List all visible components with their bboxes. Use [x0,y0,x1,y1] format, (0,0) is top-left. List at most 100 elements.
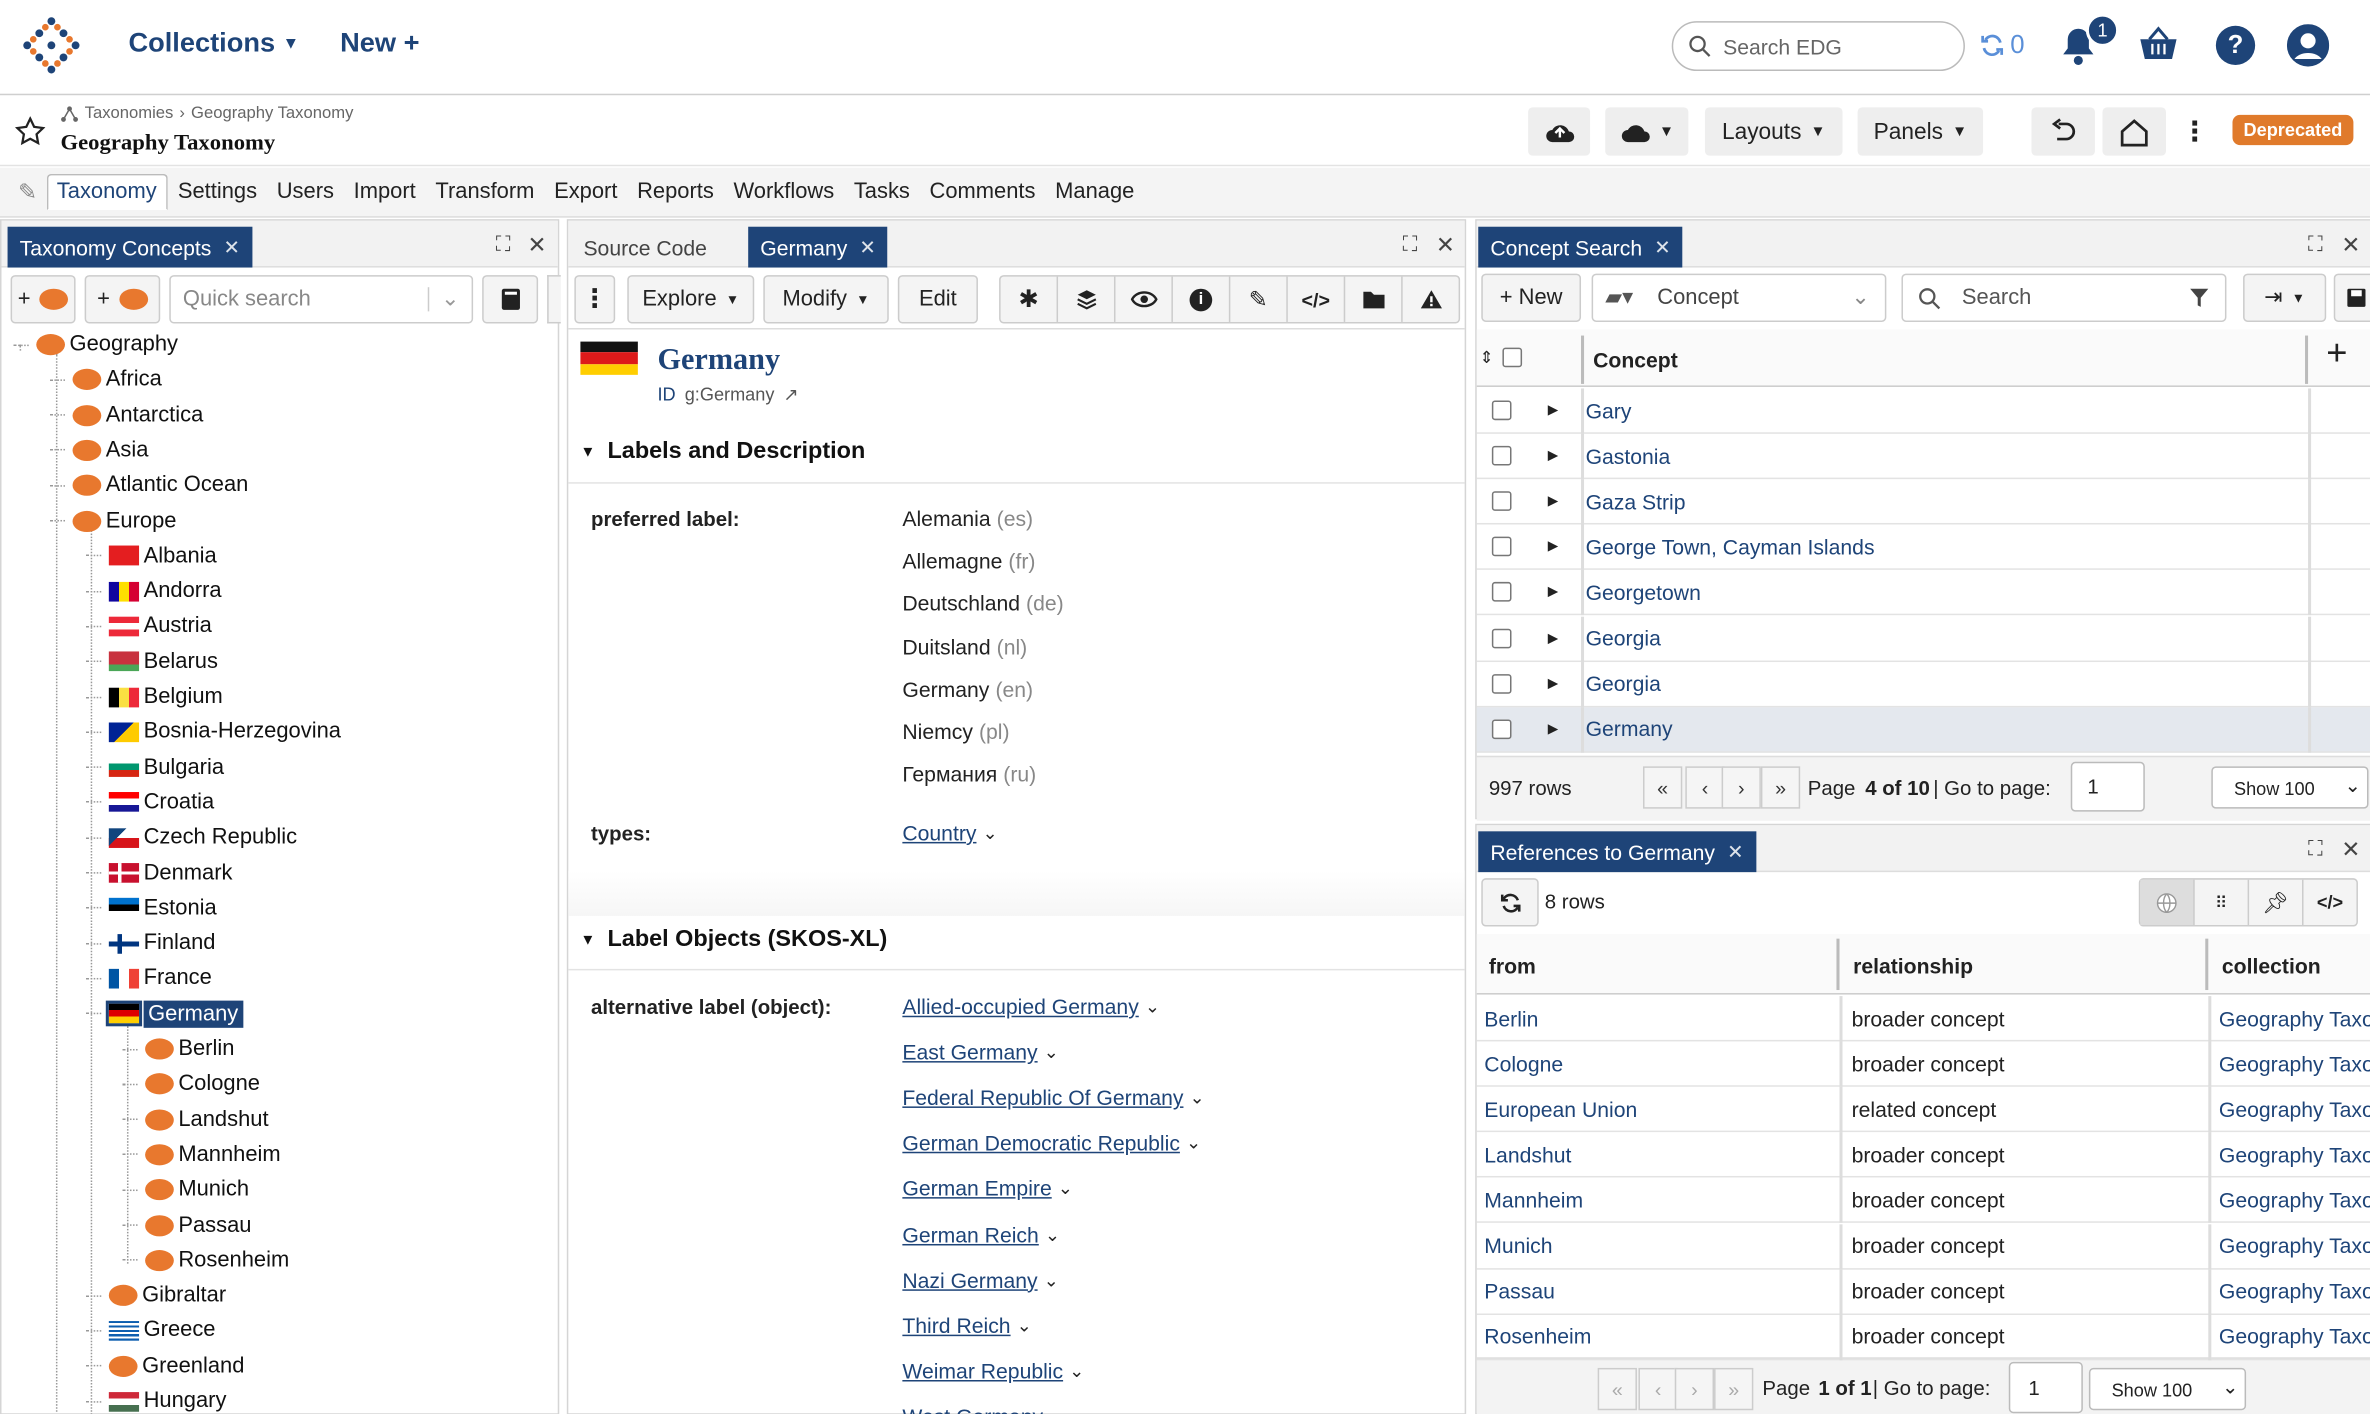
tree-node[interactable]: Andorra [86,576,222,606]
chevron-down-icon[interactable]: ⌄ [983,822,998,843]
export-button[interactable]: ⇥ ▼ [2243,273,2327,322]
tree-node[interactable]: Germany [86,999,243,1029]
alt-label-link[interactable]: East Germany [902,1040,1037,1064]
alt-label-value[interactable]: Third Reich ⌄ [902,1313,1031,1337]
prev-page-button[interactable]: ‹ [1685,766,1725,809]
concept-link[interactable]: Gary [1586,398,1632,422]
panels-button[interactable]: Panels ▼ [1857,107,1984,156]
close-icon[interactable]: ✕ [223,235,239,259]
concept-link[interactable]: Georgia [1586,671,1661,695]
menu-item-import[interactable]: Import [345,175,425,208]
warning-icon[interactable] [1403,277,1459,322]
tree-node[interactable]: Gibraltar [86,1280,226,1310]
collection-link[interactable]: Geography Taxonomy [2219,1279,2370,1303]
tree-node[interactable]: Greenland [86,1351,244,1381]
tree-node[interactable]: Africa [49,365,162,395]
row-checkbox[interactable] [1491,400,1512,421]
alt-label-link[interactable]: German Democratic Republic [902,1131,1180,1155]
alt-label-link[interactable]: Federal Republic Of Germany [902,1086,1183,1110]
tree-node[interactable]: Atlantic Ocean [49,470,248,500]
code-icon[interactable]: </> [1288,276,1346,322]
close-panel-icon[interactable]: ✕ [528,231,547,259]
alt-label-value[interactable]: Allied-occupied Germany ⌄ [902,995,1160,1019]
expand-caret-icon[interactable]: ▶ [1548,539,1558,556]
cloud-menu-button[interactable]: ▼ [1605,107,1689,156]
collection-link[interactable]: Geography Taxonomy [2219,1324,2370,1348]
tab-references[interactable]: References to Germany ✕ [1478,831,1756,873]
column-header-collection[interactable]: collection [2213,939,2370,990]
tree-node[interactable]: Cologne [122,1069,260,1099]
page-size-select[interactable]: Show 100 ⌄ [2088,1367,2247,1411]
table-row[interactable]: ▶ Germany [1476,706,2370,753]
expand-caret-icon[interactable]: ▶ [1548,448,1558,465]
collection-link[interactable]: Geography Taxonomy [2219,1142,2370,1166]
collection-link[interactable]: Geography Taxonomy [2219,1233,2370,1257]
alt-label-link[interactable]: Weimar Republic [902,1359,1063,1383]
expand-caret-icon[interactable]: ▶ [1548,721,1558,738]
alt-label-value[interactable]: German Empire ⌄ [902,1177,1073,1201]
tab-taxonomy-concepts[interactable]: Taxonomy Concepts ✕ [7,226,253,268]
last-page-button[interactable]: » [1714,1367,1754,1411]
table-row[interactable]: ▶ George Town, Cayman Islands [1476,524,2370,571]
row-checkbox[interactable] [1491,582,1512,603]
first-page-button[interactable]: « [1643,766,1683,809]
goto-page-input[interactable]: 1 [2070,761,2145,812]
alt-label-value[interactable]: German Reich ⌄ [902,1222,1060,1246]
toolbar-overflow-button[interactable] [547,275,561,324]
chevron-down-icon[interactable]: ⌄ [1044,1042,1059,1063]
from-link[interactable]: Mannheim [1484,1188,1583,1212]
menu-item-workflows[interactable]: Workflows [724,175,843,208]
from-link[interactable]: Passau [1484,1279,1555,1303]
upload-button[interactable] [1528,107,1591,156]
from-link[interactable]: Berlin [1484,1006,1538,1030]
maximize-icon[interactable]: ⛶ [1403,231,1418,257]
edit-note-icon[interactable]: ✎ [1230,276,1288,322]
quick-search-input[interactable]: Quick search ⌄ [169,275,474,324]
tree-node[interactable]: Denmark [86,858,233,888]
close-icon[interactable]: ✕ [859,235,875,259]
type-link[interactable]: Country [902,821,976,845]
collections-menu[interactable]: Collections ▼ [128,27,299,59]
new-menu[interactable]: New + [340,27,419,59]
tree-node[interactable]: Asia [49,435,148,465]
tree-node[interactable]: Bulgaria [86,752,224,782]
user-menu-button[interactable] [2286,24,2330,67]
chevron-down-icon[interactable]: ⌄ [1049,1406,1064,1414]
tree-node[interactable]: Berlin [122,1034,234,1064]
select-all-checkbox[interactable] [1502,347,1523,368]
row-checkbox[interactable] [1491,719,1512,739]
row-checkbox[interactable] [1491,491,1512,512]
collection-link[interactable]: Geography Taxonomy [2219,1097,2370,1121]
expand-caret-icon[interactable]: ▶ [1548,493,1558,510]
basket-button[interactable] [2137,26,2179,62]
notifications-button[interactable]: 1 [2059,13,2120,66]
page-size-select[interactable]: Show 100 ⌄ [2211,766,2369,809]
tab-germany[interactable]: Germany ✕ [748,226,888,268]
alt-label-link[interactable]: German Empire [902,1177,1051,1201]
pin-icon[interactable]: 📌︎ [2249,879,2304,926]
code-icon[interactable]: </> [2304,880,2357,925]
menu-item-transform[interactable]: Transform [426,175,543,208]
expand-caret-icon[interactable]: ▶ [1548,630,1558,647]
table-row[interactable]: ▶ Gastonia [1476,433,2370,480]
external-link-icon[interactable]: ↗ [784,384,799,405]
add-column-icon[interactable]: + [2326,335,2347,372]
collection-link[interactable]: Geography Taxonomy [2219,1051,2370,1075]
row-checkbox[interactable] [1491,673,1512,694]
from-link[interactable]: Munich [1484,1233,1552,1257]
menu-item-manage[interactable]: Manage [1046,175,1143,208]
tree-node[interactable]: France [86,963,212,993]
prev-page-button[interactable]: ‹ [1638,1367,1678,1411]
from-link[interactable]: Rosenheim [1484,1324,1591,1348]
asterisk-icon[interactable]: ✱ [1001,276,1059,322]
app-logo[interactable] [21,15,81,75]
favorite-star-icon[interactable] [15,116,46,146]
alt-label-link[interactable]: Third Reich [902,1313,1010,1337]
close-panel-icon[interactable]: ✕ [2341,836,2360,863]
save-button[interactable] [2333,273,2370,322]
table-row[interactable]: ▶ Gary [1476,388,2370,434]
type-select[interactable]: ▰▾ Concept ⌄ [1591,273,1887,322]
row-checkbox[interactable] [1491,537,1512,557]
from-link[interactable]: Cologne [1484,1051,1563,1075]
tree-node[interactable]: Antarctica [49,400,203,430]
